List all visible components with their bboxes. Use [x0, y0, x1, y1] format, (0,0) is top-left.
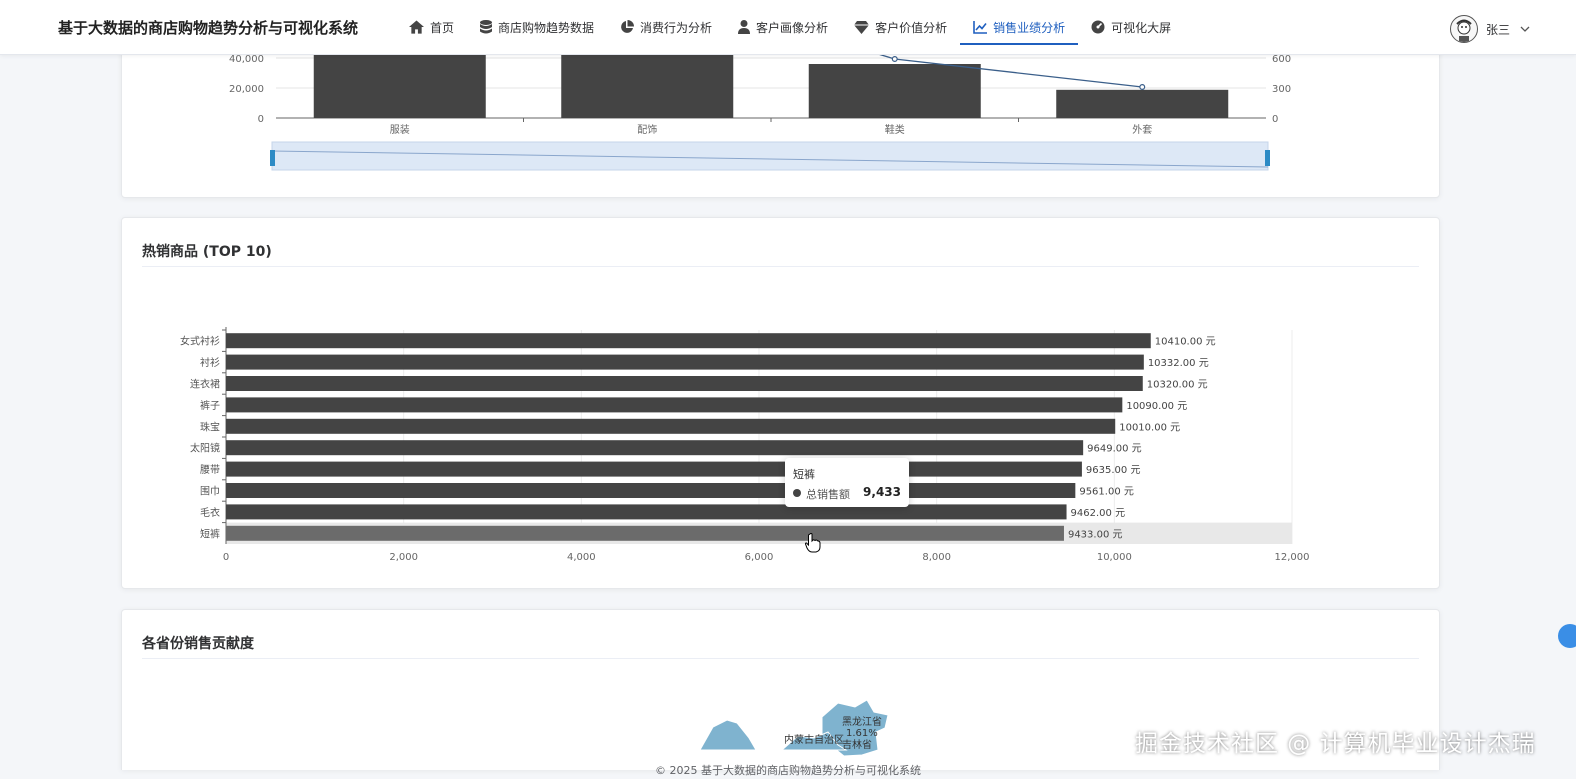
- y-axis-tick-label: 20,000: [229, 84, 264, 95]
- footer: © 2025 基于大数据的商店购物趋势分析与可视化系统: [655, 764, 921, 777]
- bar: [226, 461, 1082, 477]
- bar: [226, 483, 1076, 498]
- line-point: [891, 55, 898, 62]
- database-icon: [480, 20, 493, 34]
- floating-action-button[interactable]: [1558, 624, 1576, 648]
- nav-item-customer-value[interactable]: 客户价值分析: [841, 0, 960, 54]
- y-axis-tick-label: 女式衬衫: [180, 335, 220, 348]
- bar: [226, 376, 1143, 391]
- y2-axis-tick-label: 300: [1272, 84, 1291, 95]
- bar: [1056, 89, 1229, 118]
- app-title: 基于大数据的商店购物趋势分析与可视化系统: [58, 19, 359, 37]
- nav-item-consumer-behavior[interactable]: 消费行为分析: [607, 0, 725, 54]
- datazoom-slider: [271, 141, 1269, 171]
- nav-item-label: 首页: [430, 20, 455, 35]
- tooltip-series-marker: [793, 489, 801, 497]
- datazoom-handle-right: [1265, 150, 1270, 166]
- bar: [226, 397, 1123, 413]
- bar-value-label: 10090.00 元: [1126, 401, 1187, 412]
- x-axis-tick-label: 鞋类: [885, 123, 905, 136]
- dashboard-icon: [1091, 20, 1105, 34]
- main-nav: 首页 商店购物趋势数据 消费行为分析 客户画像分析 客户价值分析 销售业绩分析 …: [396, 0, 1184, 54]
- line-point: [1139, 83, 1146, 90]
- bar-value-label: 9462.00 元: [1071, 508, 1126, 519]
- bar: [808, 64, 981, 118]
- bar: [226, 333, 1151, 349]
- nav-item-big-screen[interactable]: 可视化大屏: [1078, 0, 1184, 54]
- user-menu[interactable]: 张三: [1450, 15, 1530, 43]
- x-axis-tick-label: 8,000: [922, 552, 951, 563]
- bar: [226, 354, 1144, 370]
- y-axis-tick-label: 40,000: [229, 54, 264, 65]
- nav-item-label: 客户价值分析: [875, 20, 948, 35]
- top-products-card: 热销商品 (TOP 10) 0 2,000 4,000 6,000 8,000 10,00…: [121, 217, 1440, 589]
- chart-tooltip: 短裤 总销售额 9,433: [785, 458, 909, 507]
- x-axis-tick-label: 2,000: [389, 552, 418, 563]
- bar: [226, 504, 1067, 520]
- avatar: [1450, 15, 1478, 43]
- bar-value-label: 9561.00 元: [1079, 487, 1134, 498]
- home-icon: [409, 20, 424, 34]
- y-axis-tick-label: 毛衣: [200, 506, 220, 519]
- nav-item-label: 商店购物趋势数据: [498, 20, 595, 35]
- bar: [226, 440, 1084, 456]
- nav-item-customer-profile[interactable]: 客户画像分析: [725, 0, 841, 54]
- y-axis-tick-label: 裤子: [200, 399, 220, 412]
- x-axis-tick-label: 外套: [1132, 123, 1152, 136]
- x-axis-tick-label: 4,000: [567, 552, 596, 563]
- y-axis-tick-label: 太阳镜: [190, 442, 220, 455]
- nav-item-home[interactable]: 首页: [396, 0, 467, 54]
- map-label-heilongjiang: 黑龙江省: [842, 715, 882, 728]
- bar: [226, 525, 1064, 541]
- user-name: 张三: [1486, 22, 1511, 37]
- bar-value-label: 9649.00 元: [1087, 444, 1142, 455]
- user-icon: [738, 20, 751, 34]
- y-axis-tick-label: 围巾: [200, 485, 220, 498]
- datazoom-handle-left: [270, 150, 275, 166]
- bar-value-label: 9433.00 元: [1068, 529, 1123, 540]
- x-axis-tick-label: 10,000: [1097, 552, 1132, 563]
- y-axis-tick-label: 短裤: [200, 527, 220, 540]
- top-products-chart: 0 2,000 4,000 6,000 8,000 10,000 12,000 女式衬衫 104…: [180, 327, 1310, 563]
- diamond-icon: [854, 20, 870, 34]
- line-chart-icon: [973, 20, 988, 34]
- top-navbar: 基于大数据的商店购物趋势分析与可视化系统 首页 商店购物趋势数据 消费行为分析 …: [0, 0, 1576, 55]
- y-axis-tick-label: 腰带: [200, 464, 220, 476]
- bar-value-label: 10010.00 元: [1119, 422, 1180, 433]
- x-axis-tick-label: 服装: [390, 123, 410, 136]
- pie-icon: [621, 20, 635, 33]
- nav-item-label: 消费行为分析: [640, 20, 713, 35]
- bar-value-label: 9635.00 元: [1086, 465, 1141, 476]
- nav-item-sales-performance[interactable]: 销售业绩分析: [960, 0, 1079, 54]
- y-axis-tick-label: 珠宝: [200, 420, 220, 433]
- x-axis-tick-label: 6,000: [745, 552, 774, 563]
- map-label-inner-mongolia: 内蒙古自治区: [784, 733, 844, 746]
- bar: [226, 418, 1116, 434]
- y2-axis-tick-label: 0: [1272, 114, 1278, 125]
- map-label-jilin: 吉林省: [842, 738, 872, 751]
- hand-cursor-icon: [805, 533, 821, 553]
- y-axis-tick-label: 0: [258, 114, 264, 125]
- y2-axis-tick-label: 600: [1272, 54, 1291, 65]
- tooltip-category: 短裤: [793, 468, 815, 481]
- map-label-percent: 1.61%: [846, 728, 878, 739]
- bar-value-label: 10410.00 元: [1155, 337, 1216, 348]
- nav-item-label: 可视化大屏: [1111, 20, 1172, 35]
- bar-value-label: 10332.00 元: [1148, 358, 1209, 369]
- watermark: 掘金技术社区 @ 计算机毕业设计杰瑞: [1135, 731, 1536, 757]
- chevron-down-icon: [1520, 26, 1530, 32]
- tooltip-value: 9,433: [863, 485, 901, 499]
- tooltip-series-name: 总销售额: [806, 488, 850, 501]
- x-axis-tick-label: 12,000: [1275, 552, 1310, 563]
- nav-item-shopping-trend-data[interactable]: 商店购物趋势数据: [467, 0, 607, 54]
- y-axis-tick-label: 衬衫: [200, 356, 220, 369]
- map-region-northeast: [699, 719, 757, 751]
- nav-item-label: 客户画像分析: [756, 20, 829, 35]
- y-axis-tick-label: 连衣裙: [190, 378, 220, 391]
- nav-item-label: 销售业绩分析: [993, 20, 1066, 35]
- bar-value-label: 10320.00 元: [1147, 380, 1208, 391]
- x-axis-tick-label: 0: [223, 552, 229, 563]
- x-axis-tick-label: 配饰: [637, 123, 657, 136]
